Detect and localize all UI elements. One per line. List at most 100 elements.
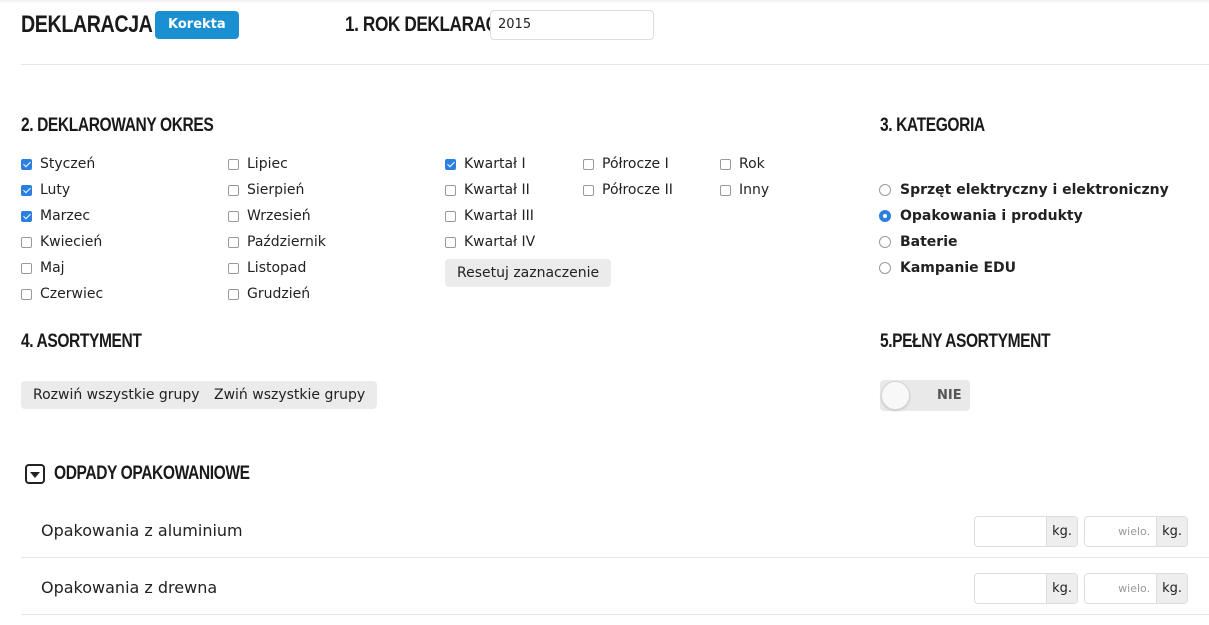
checkbox-label: Rok (739, 156, 765, 172)
weight-field[interactable] (975, 574, 1046, 603)
checkbox-label: Kwiecień (40, 234, 103, 250)
checkbox-icon[interactable] (21, 262, 32, 274)
checkbox-label: Kwartał I (464, 156, 526, 172)
reusable-input-aluminium[interactable]: wielo. kg. (1084, 516, 1188, 547)
category-title: 3. KATEGORIA (880, 115, 985, 136)
checkbox-label: Półrocze I (602, 156, 669, 172)
checkbox-month-maj[interactable]: Maj (21, 260, 65, 276)
radio-category-edu[interactable]: Kampanie EDU (879, 260, 1016, 276)
radio-icon[interactable] (879, 236, 891, 248)
header-divider (21, 64, 1209, 65)
weight-input-drewno[interactable]: kg. (974, 573, 1078, 604)
weight-input-aluminium[interactable]: kg. (974, 516, 1078, 547)
checkbox-icon[interactable] (445, 184, 456, 196)
checkbox-label: Półrocze II (602, 182, 673, 198)
checkbox-month-styczen[interactable]: Styczeń (21, 156, 95, 172)
period-title: 2. DEKLAROWANY OKRES (21, 115, 214, 136)
top-shadow (0, 0, 1209, 4)
checkbox-icon[interactable] (21, 210, 32, 222)
checkbox-half-1[interactable]: Półrocze I (583, 156, 669, 172)
checkbox-label: Maj (40, 260, 65, 276)
full-assortment-title: 5.PEŁNY ASORTYMENT (880, 331, 1051, 352)
checkbox-icon[interactable] (228, 236, 239, 248)
checkbox-year[interactable]: Rok (720, 156, 765, 172)
collapse-group-icon[interactable] (25, 464, 45, 484)
checkbox-month-listopad[interactable]: Listopad (228, 260, 306, 276)
checkbox-icon[interactable] (21, 236, 32, 248)
checkbox-icon[interactable] (720, 158, 731, 170)
radio-category-electronics[interactable]: Sprzęt elektryczny i elektroniczny (879, 182, 1169, 198)
checkbox-month-luty[interactable]: Luty (21, 182, 70, 198)
checkbox-other[interactable]: Inny (720, 182, 769, 198)
year-label: 1. ROK DEKLARACJI (345, 13, 512, 36)
checkbox-quarter-2[interactable]: Kwartał II (445, 182, 530, 198)
unit-addon: kg. (1046, 517, 1077, 546)
checkbox-icon[interactable] (445, 210, 456, 222)
checkbox-label: Grudzień (247, 286, 311, 302)
checkbox-icon[interactable] (228, 288, 239, 300)
radio-label: Sprzęt elektryczny i elektroniczny (900, 182, 1169, 198)
checkbox-month-marzec[interactable]: Marzec (21, 208, 90, 224)
checkbox-label: Sierpień (247, 182, 305, 198)
checkbox-month-lipiec[interactable]: Lipiec (228, 156, 288, 172)
weight-field[interactable] (975, 517, 1046, 546)
checkbox-icon[interactable] (445, 236, 456, 248)
unit-addon: kg. (1156, 574, 1187, 603)
correction-badge[interactable]: Korekta (155, 11, 239, 39)
row-divider (21, 557, 1209, 558)
reusable-input-drewno[interactable]: wielo. kg. (1084, 573, 1188, 604)
checkbox-month-pazdziernik[interactable]: Październik (228, 234, 326, 250)
checkbox-half-2[interactable]: Półrocze II (583, 182, 673, 198)
checkbox-quarter-3[interactable]: Kwartał III (445, 208, 534, 224)
checkbox-icon[interactable] (583, 184, 594, 196)
full-assortment-toggle[interactable]: NIE (880, 380, 970, 411)
waste-row-label-aluminium: Opakowania z aluminium (41, 521, 243, 540)
checkbox-label: Wrzesień (247, 208, 311, 224)
checkbox-icon[interactable] (228, 184, 239, 196)
checkbox-icon[interactable] (445, 158, 456, 170)
radio-label: Kampanie EDU (900, 260, 1017, 276)
reusable-field[interactable]: wielo. (1085, 517, 1156, 546)
unit-addon: kg. (1046, 574, 1077, 603)
checkbox-label: Listopad (247, 260, 307, 276)
checkbox-icon[interactable] (228, 158, 239, 170)
checkbox-icon[interactable] (21, 288, 32, 300)
checkbox-month-wrzesien[interactable]: Wrzesień (228, 208, 311, 224)
checkbox-label: Październik (247, 234, 326, 250)
checkbox-label: Inny (739, 182, 770, 198)
checkbox-icon[interactable] (21, 158, 32, 170)
radio-icon[interactable] (879, 262, 891, 274)
checkbox-month-kwiecien[interactable]: Kwiecień (21, 234, 102, 250)
waste-row-label-drewno: Opakowania z drewna (41, 578, 218, 597)
reusable-field[interactable]: wielo. (1085, 574, 1156, 603)
checkbox-month-czerwiec[interactable]: Czerwiec (21, 286, 103, 302)
checkbox-label: Kwartał II (464, 182, 530, 198)
toggle-knob[interactable] (881, 381, 910, 410)
toggle-value: NIE (937, 388, 962, 403)
radio-icon[interactable] (879, 210, 891, 222)
row-divider (21, 614, 1209, 615)
checkbox-icon[interactable] (228, 210, 239, 222)
checkbox-icon[interactable] (21, 184, 32, 196)
checkbox-icon[interactable] (228, 262, 239, 274)
checkbox-quarter-4[interactable]: Kwartał IV (445, 234, 535, 250)
checkbox-label: Czerwiec (40, 286, 104, 302)
reset-selection-button[interactable]: Resetuj zaznaczenie (445, 259, 612, 287)
checkbox-label: Lipiec (247, 156, 288, 172)
checkbox-icon[interactable] (583, 158, 594, 170)
assortment-title: 4. ASORTYMENT (21, 331, 142, 352)
checkbox-icon[interactable] (720, 184, 731, 196)
radio-icon[interactable] (879, 184, 891, 196)
checkbox-label: Luty (40, 182, 71, 198)
checkbox-month-sierpien[interactable]: Sierpień (228, 182, 304, 198)
year-input[interactable]: 2015 (490, 10, 654, 40)
checkbox-label: Kwartał III (464, 208, 534, 224)
radio-category-batteries[interactable]: Baterie (879, 234, 958, 250)
radio-category-packaging[interactable]: Opakowania i produkty (879, 208, 1083, 224)
expand-all-button[interactable]: Rozwiń wszystkie grupy (21, 381, 212, 409)
radio-label: Opakowania i produkty (900, 208, 1083, 224)
checkbox-label: Marzec (40, 208, 91, 224)
checkbox-month-grudzien[interactable]: Grudzień (228, 286, 310, 302)
checkbox-quarter-1[interactable]: Kwartał I (445, 156, 526, 172)
collapse-all-button[interactable]: Zwiń wszystkie grupy (202, 381, 378, 409)
